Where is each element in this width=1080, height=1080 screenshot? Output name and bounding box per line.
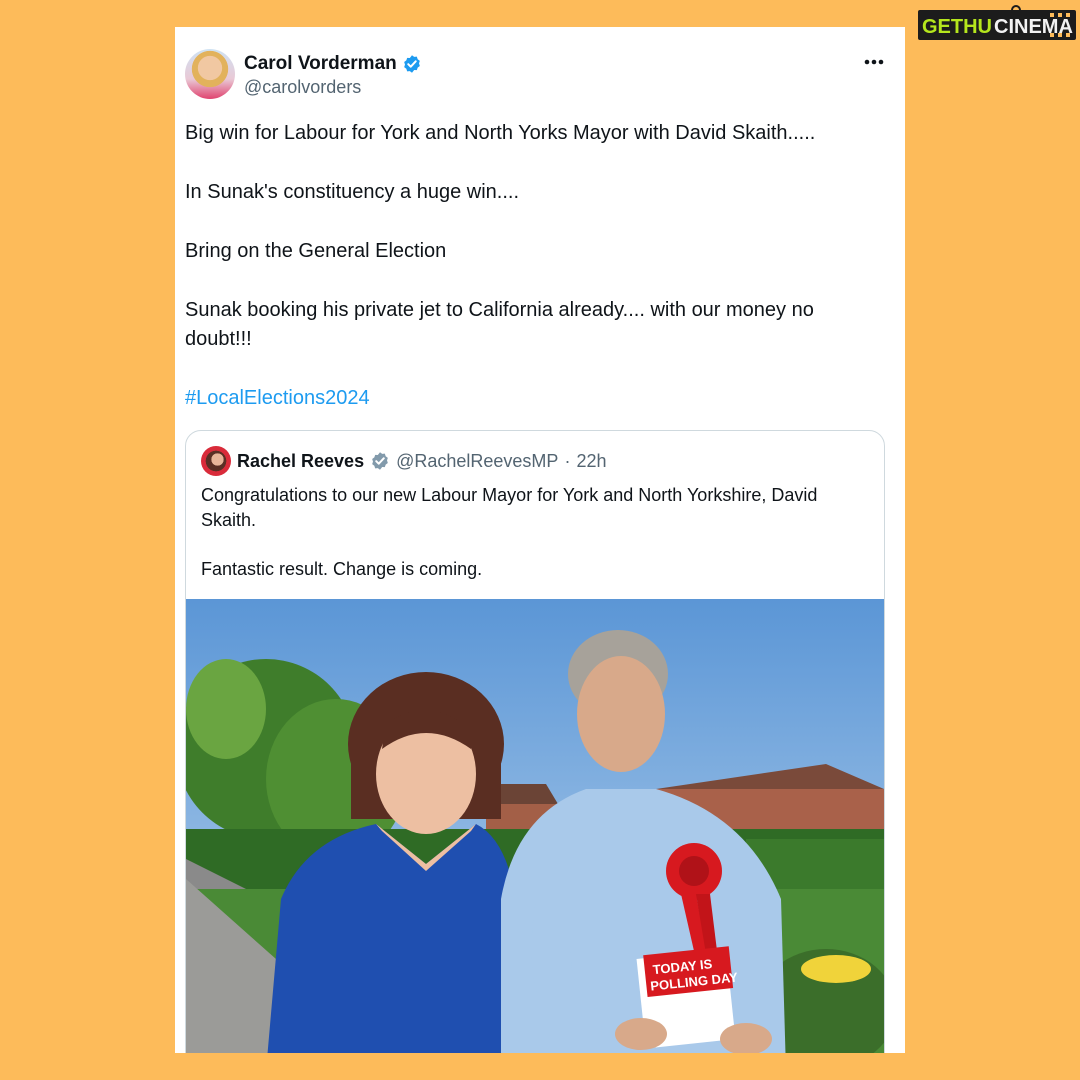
watermark-text-a: GETHU [922, 16, 992, 38]
author-name-row: Carol Vorderman [244, 51, 422, 77]
hashtag-link[interactable]: #LocalElections2024 [185, 384, 885, 413]
quoted-paragraph: Congratulations to our new Labour Mayor … [201, 485, 818, 530]
tweet-header: Carol Vorderman @carolvorders [185, 49, 895, 105]
tweet-paragraph: Bring on the General Election [185, 240, 447, 262]
quoted-tweet-photo[interactable]: TODAY IS POLLING DAY [186, 599, 884, 1053]
tweet-paragraph: In Sunak's constituency a huge win.... [185, 181, 520, 203]
quoted-timestamp[interactable]: 22h [576, 451, 606, 472]
tweet-paragraph: Big win for Labour for York and North Yo… [185, 122, 816, 144]
quoted-tweet-header: Rachel Reeves @RachelReevesMP · 22h [201, 445, 606, 477]
tweet-card: Carol Vorderman @carolvorders Big win fo… [175, 27, 905, 1053]
verified-badge-icon [403, 55, 420, 73]
watermark-logo: GETHU CINEMA [918, 5, 1076, 40]
quoted-paragraph: Fantastic result. Change is coming. [201, 559, 483, 579]
separator-dot: · [564, 450, 571, 471]
quoted-tweet-body: Congratulations to our new Labour Mayor … [201, 483, 871, 606]
more-horizontal-icon[interactable] [863, 49, 885, 72]
tweet-paragraph: Sunak booking his private jet to Califor… [185, 299, 814, 350]
author-avatar[interactable] [185, 49, 235, 99]
quoted-author-name[interactable]: Rachel Reeves [237, 451, 364, 472]
quoted-author-handle[interactable]: @RachelReevesMP [396, 451, 558, 472]
quoted-tweet[interactable]: Rachel Reeves @RachelReevesMP · 22h Cong… [185, 430, 885, 1053]
tweet-body: Big win for Labour for York and North Yo… [185, 119, 885, 413]
verified-badge-icon [372, 452, 388, 470]
author-handle[interactable]: @carolvorders [244, 77, 361, 98]
quoted-author-avatar[interactable] [201, 446, 231, 476]
author-name[interactable]: Carol Vorderman [244, 53, 397, 75]
